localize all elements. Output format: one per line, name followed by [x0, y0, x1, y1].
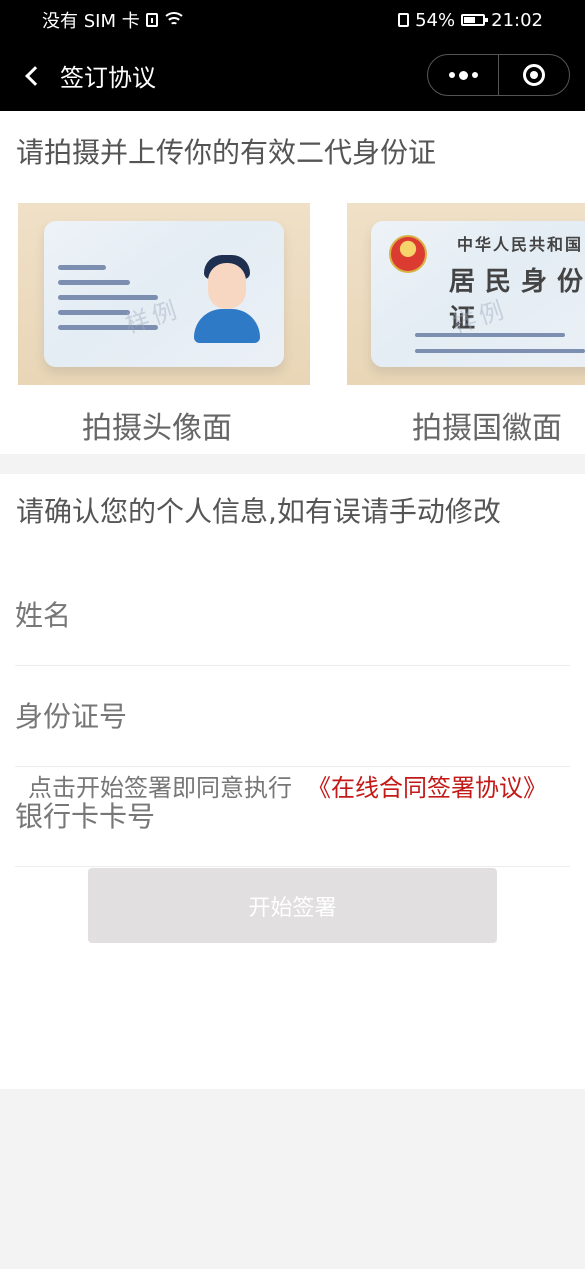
upload-section: 请拍摄并上传你的有效二代身份证 样例 中华人民共和国 居民身份证 样例 拍摄头像…	[0, 111, 585, 454]
person-avatar-icon	[190, 253, 264, 343]
name-row	[15, 565, 570, 666]
front-id-label: 拍摄头像面	[82, 411, 232, 446]
back-card-text-line	[415, 333, 565, 337]
front-id-image: 样例	[44, 221, 284, 367]
sim-card-icon	[145, 13, 158, 27]
name-input[interactable]	[15, 565, 570, 665]
mini-program-capsule	[427, 54, 570, 96]
more-button[interactable]	[428, 55, 499, 95]
back-card-text-line	[415, 349, 585, 353]
info-title: 请确认您的个人信息,如有误请手动修改	[16, 495, 501, 528]
back-id-upload[interactable]: 中华人民共和国 居民身份证 样例	[347, 203, 585, 385]
back-icon[interactable]	[25, 65, 45, 86]
more-dot-icon	[471, 72, 478, 78]
battery-icon	[461, 14, 489, 26]
back-id-label: 拍摄国徽面	[412, 411, 562, 446]
id-number-input[interactable]	[15, 666, 570, 766]
more-dot-icon	[448, 72, 455, 78]
front-id-upload[interactable]: 样例	[18, 203, 310, 385]
start-sign-button[interactable]: 开始签署	[88, 868, 497, 943]
id-number-row	[15, 666, 570, 767]
agreement-prefix: 点击开始签署即同意执行	[28, 774, 292, 802]
carrier-text: 没有 SIM 卡	[42, 11, 140, 32]
battery-percent: 54%	[415, 9, 456, 31]
close-button[interactable]	[499, 55, 569, 95]
agreement-link[interactable]: 《在线合同签署协议》	[307, 776, 547, 800]
status-time: 21:02	[491, 9, 543, 31]
upload-title: 请拍摄并上传你的有效二代身份证	[16, 136, 437, 169]
battery-fill	[464, 17, 475, 23]
national-emblem-icon	[389, 235, 427, 273]
back-id-image: 中华人民共和国 居民身份证 样例	[371, 221, 585, 367]
back-card-heading: 中华人民共和国	[457, 235, 584, 254]
wifi-icon	[161, 12, 186, 28]
page-title: 签订协议	[60, 64, 156, 92]
vibrate-icon	[398, 13, 410, 27]
more-dot-icon	[458, 70, 468, 80]
target-icon	[523, 64, 545, 86]
status-right: 54% 21:02	[398, 10, 543, 31]
navigation-bar: 签订协议	[0, 40, 585, 111]
status-left: 没有 SIM 卡	[42, 7, 186, 33]
status-bar: 没有 SIM 卡 54% 21:02	[0, 0, 585, 40]
